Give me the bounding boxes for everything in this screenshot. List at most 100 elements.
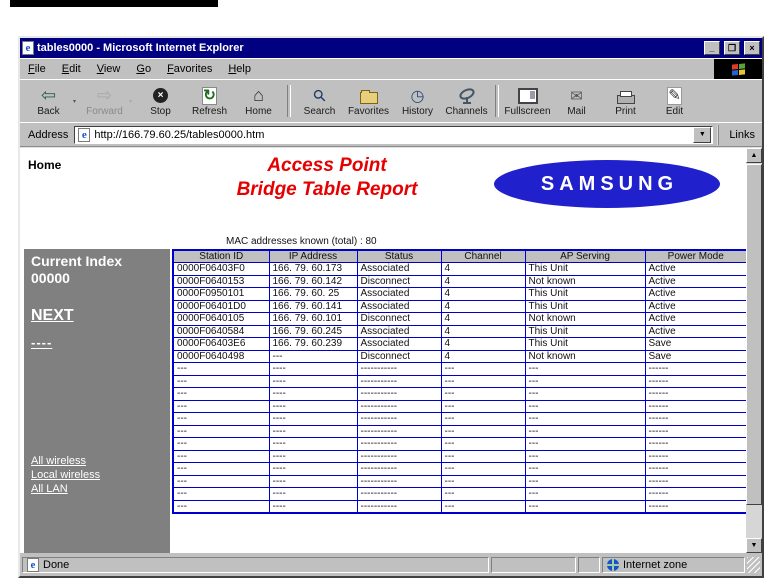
toolbar-button-label: Refresh [191,105,227,117]
toolbar-button-channels[interactable]: Channels [442,83,491,120]
restore-button[interactable]: ❐ [724,41,740,55]
links-section[interactable]: Links [717,124,760,145]
table-cell: ------ [644,387,746,401]
next-link[interactable]: NEXT [31,307,74,325]
resize-grip[interactable] [747,557,760,573]
table-cell: 0000F0950101 [172,287,270,301]
table-row: 0000F0640584 166. 79. 60.245 Associated 4 Th… [172,324,746,338]
back-icon: ⇦ [40,85,57,105]
scrollbar-thumb[interactable] [746,164,762,506]
menu-item-file[interactable]: File [20,63,54,75]
table-cell: This Unit [524,337,646,351]
menu-item-favorites[interactable]: Favorites [159,63,220,75]
samsung-logo-text: SAMSUNG [540,172,679,195]
table-cell: ---- [268,387,358,401]
dropdown-arrow-icon[interactable]: ▾ [73,98,80,105]
menu-item-view[interactable]: View [89,63,129,75]
table-cell: ----------- [356,474,442,488]
channels-icon [458,86,476,106]
table-cell: --- [524,499,646,513]
prev-link[interactable]: ---- [31,335,52,350]
toolbar-button-back[interactable]: ⇦ Back [24,83,73,120]
table-cell: --- [172,374,270,388]
dropdown-arrow-icon[interactable]: ▾ [129,98,136,105]
address-url[interactable]: http://166.79.60.25/tables0000.htm [94,129,689,141]
table-cell: Associated [356,287,442,301]
bridge-table-wrap: Station ID IP Address Status Channel AP Serv… [172,249,746,514]
toolbar-button-label: Channels [445,105,488,117]
table-cell: ----------- [356,412,442,426]
table-header-ip-address: IP Address [268,249,358,263]
forward-icon: ⇨ [96,85,113,105]
address-dropdown-button[interactable]: ▼ [693,126,712,143]
table-cell: 166. 79. 60.173 [268,262,358,276]
table-cell: 0000F06403F0 [172,262,270,276]
menu-item-help[interactable]: Help [220,63,259,75]
table-cell: ----------- [356,399,442,413]
table-cell: --- [440,362,526,376]
menu-item-go[interactable]: Go [128,63,159,75]
table-cell: ----------- [356,487,442,501]
toolbar-button-mail[interactable]: ✉ Mail [552,83,601,120]
sidebar-link-all-wireless[interactable]: All wireless [31,454,163,468]
toolbar-button-forward[interactable]: ⇨ Forward [80,83,129,120]
toolbar-button-print[interactable]: Print [601,83,650,120]
status-zone-panel: Internet zone [602,557,745,573]
scroll-up-icon[interactable]: ▲ [746,148,762,163]
table-cell: --- [172,449,270,463]
table-cell: --- [440,374,526,388]
ie-page-icon: e [78,127,91,142]
table-cell: ---- [268,437,358,451]
toolbar-button-label: Fullscreen [504,105,551,117]
toolbar-button-label: Print [615,105,636,117]
address-label: Address [28,128,69,141]
sidebar-link-local-wireless[interactable]: Local wireless [31,468,163,482]
toolbar-button-label: Favorites [347,105,390,117]
zone-text: Internet zone [623,559,688,571]
toolbar-button-home[interactable]: ⌂ Home [234,83,283,120]
sidebar: Current Index 00000 NEXT ---- All wirele… [24,249,170,553]
toolbar-button-label: Back [37,105,60,117]
toolbar-button-search[interactable]: ⚲ Search [295,83,344,120]
scrollbar-track[interactable] [746,163,762,538]
table-cell: --- [524,374,646,388]
sidebar-link-all-lan[interactable]: All LAN [31,482,163,496]
toolbar-button-history[interactable]: ◷ History [393,83,442,120]
toolbar-button-favorites[interactable]: Favorites [344,83,393,120]
table-cell: Not known [524,349,646,363]
table-cell: 4 [440,262,526,276]
status-panel-3 [578,557,600,573]
toolbar-button-label: Search [303,105,336,117]
minimize-button[interactable]: _ [704,41,720,55]
toolbar-button-fullscreen[interactable]: Fullscreen [503,83,552,120]
home-link[interactable]: Home [28,158,160,172]
table-cell: ---- [268,487,358,501]
table-row: 0000F0640153 166. 79. 60.142 Disconnect 4 No… [172,274,746,288]
mail-icon: ✉ [570,87,583,105]
vertical-scrollbar[interactable]: ▲ ▼ [746,148,762,553]
table-cell: ----------- [356,499,442,513]
table-cell: --- [524,487,646,501]
internet-zone-icon [607,559,619,571]
scroll-down-icon[interactable]: ▼ [746,538,762,553]
table-cell: Disconnect [356,274,442,288]
current-index-label: Current Index [31,253,123,269]
status-text: Done [43,559,70,571]
toolbar-button-refresh[interactable]: ↻ Refresh [185,83,234,120]
table-cell: Disconnect [356,349,442,363]
table-cell: --- [440,474,526,488]
table-cell: --- [268,349,358,363]
address-input[interactable]: e http://166.79.60.25/tables0000.htm ▼ [74,125,714,144]
menu-item-edit[interactable]: Edit [54,63,89,75]
table-cell: ------ [644,462,746,476]
close-button[interactable]: × [744,41,760,55]
table-cell: --- [172,499,270,513]
table-cell: --- [524,399,646,413]
status-panel-main: e Done [22,557,489,573]
table-cell: ------ [644,487,746,501]
table-cell: --- [440,487,526,501]
toolbar-button-stop[interactable]: × Stop [136,83,185,120]
toolbar-button-edit[interactable]: ✎ Edit [650,83,699,120]
table-cell: ----------- [356,374,442,388]
table-header-station-id: Station ID [172,249,270,263]
